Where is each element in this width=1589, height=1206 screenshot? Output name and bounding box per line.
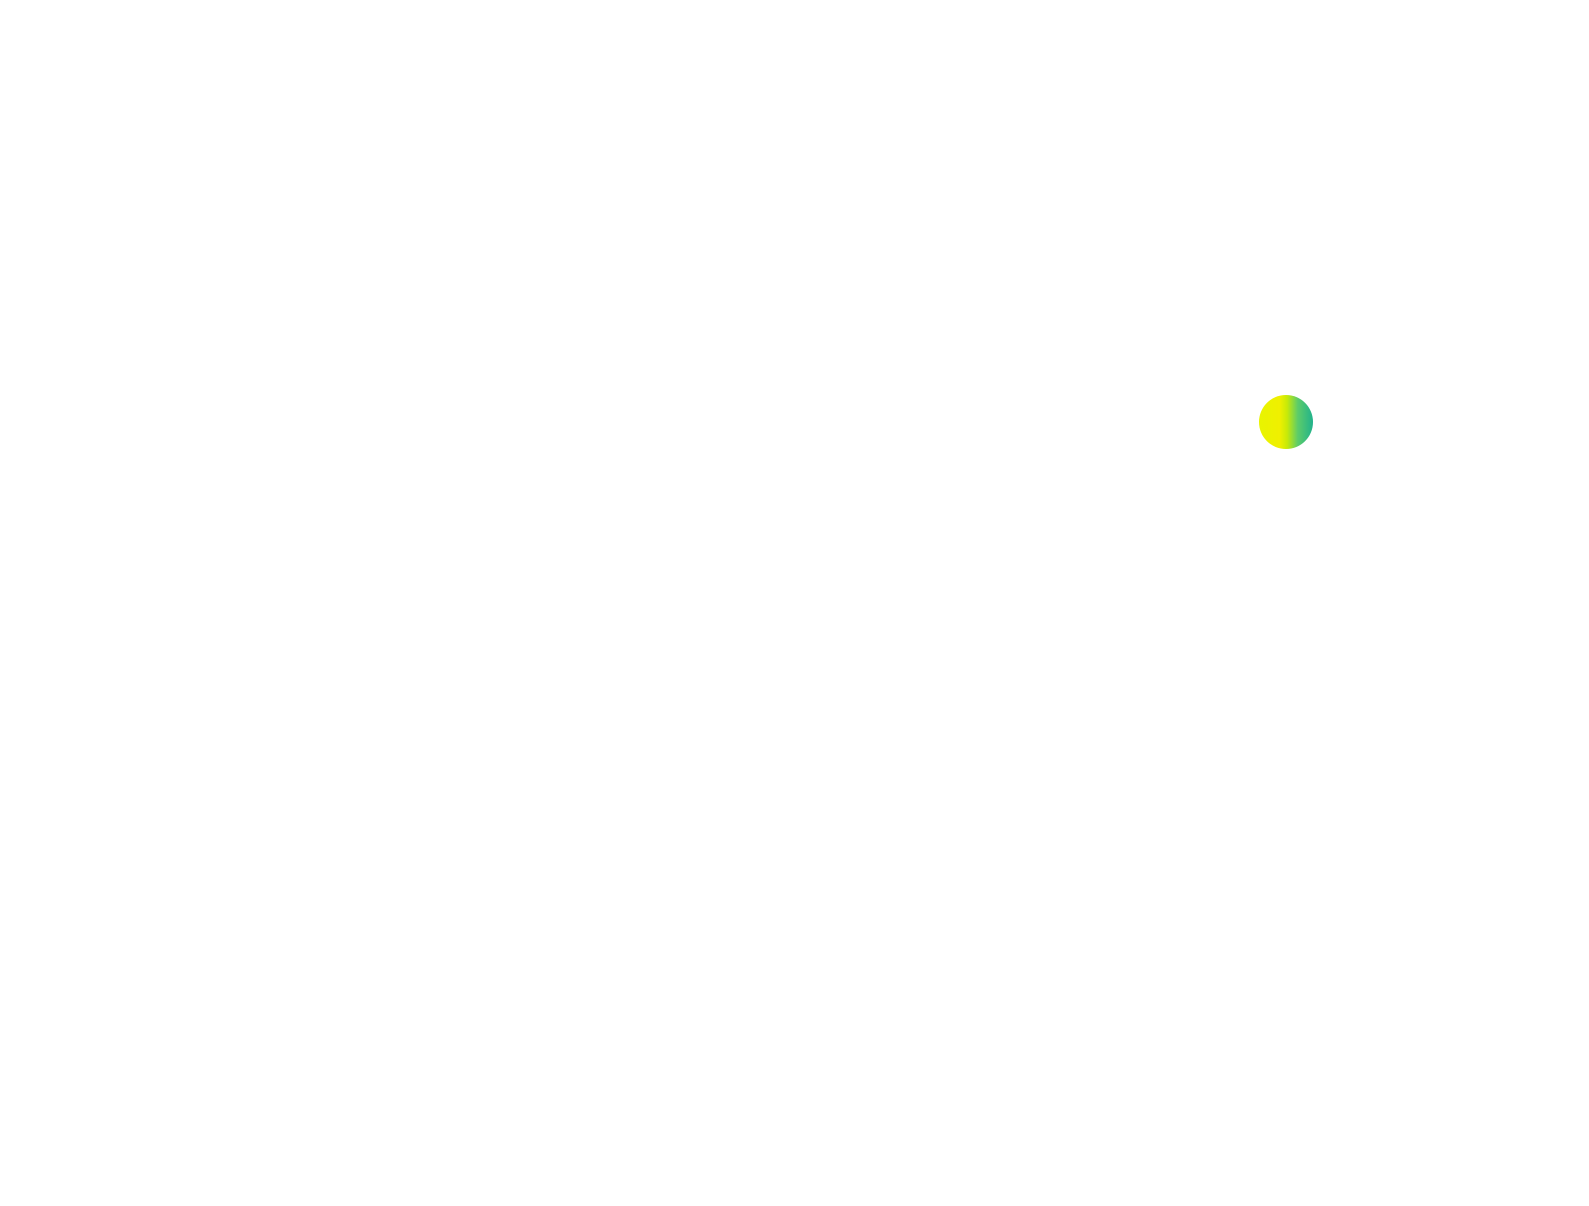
blank-canvas: [0, 0, 1589, 1206]
gradient-circle-icon[interactable]: [1259, 395, 1313, 449]
